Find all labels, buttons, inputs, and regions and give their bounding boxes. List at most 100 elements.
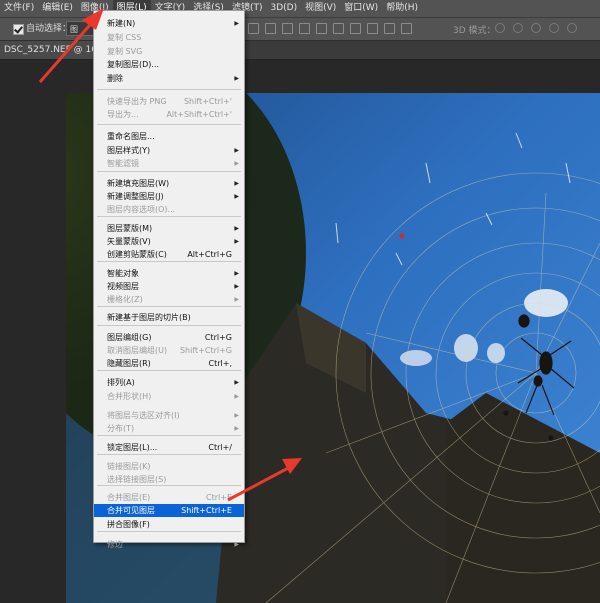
menu-bar: 文件(F) 编辑(E) 图像(I) 图层(L) 文字(Y) 选择(S) 滤镜(T…: [0, 0, 600, 18]
menu-view[interactable]: 视图(V): [301, 0, 340, 17]
3d-roll-icon[interactable]: [513, 23, 523, 33]
menu-item-label: 合并可见图层: [107, 506, 155, 515]
menu-item-label: 删除: [107, 74, 123, 83]
menu-item-label: 新建填充图层(W): [107, 179, 170, 188]
menu-item-label: 图层蒙版(M): [107, 224, 153, 233]
menu-item[interactable]: 取消图层编组(U) Shift+Ctrl+G: [94, 344, 244, 357]
menu-item-label: 合并图层(E): [107, 493, 151, 502]
menu-edit[interactable]: 编辑(E): [38, 0, 77, 17]
menu-item-label: 拼合图像(F): [107, 520, 150, 529]
submenu-arrow-icon: ▶: [234, 180, 239, 187]
menu-item[interactable]: 新建基于图层的切片(B): [94, 311, 244, 324]
menu-item-label: 隐藏图层(R): [107, 359, 151, 368]
auto-select-dropdown[interactable]: 图: [66, 21, 94, 36]
distribute-right-icon[interactable]: [384, 23, 395, 34]
menu-item-shortcut: Ctrl+G: [204, 333, 232, 342]
distribute-bottom-icon[interactable]: [333, 23, 344, 34]
more-options-icon[interactable]: [401, 23, 412, 34]
menu-item[interactable]: 图层内容选项(O)...: [94, 203, 244, 216]
menu-item[interactable]: 复制 SVG: [94, 45, 244, 58]
3d-orbit-icon[interactable]: [495, 23, 505, 33]
menu-item[interactable]: 图层蒙版(M) ▶: [94, 222, 244, 235]
menu-item[interactable]: 锁定图层(L)... Ctrl+/: [94, 441, 244, 454]
menu-item[interactable]: 新建填充图层(W) ▶: [94, 177, 244, 190]
submenu-arrow-icon: ▶: [234, 270, 239, 277]
menu-item[interactable]: 分布(T) ▶: [94, 422, 244, 435]
menu-separator: [97, 89, 241, 90]
menu-separator: [97, 435, 241, 436]
menu-item[interactable]: 链接图层(K): [94, 460, 244, 473]
menu-item[interactable]: 合并形状(H) ▶: [94, 390, 244, 403]
menu-item-label: 复制 CSS: [107, 33, 142, 42]
align-bottom-icon[interactable]: [282, 23, 293, 34]
distribute-middle-icon[interactable]: [316, 23, 327, 34]
menu-item-label: 导出为...: [107, 110, 139, 119]
menu-item[interactable]: 导出为... Alt+Shift+Ctrl+': [94, 108, 244, 121]
menu-item[interactable]: 拼合图像(F): [94, 518, 244, 531]
menu-item[interactable]: 新建调整图层(J) ▶: [94, 190, 244, 203]
distribute-center-icon[interactable]: [367, 23, 378, 34]
menu-item[interactable]: 智能滤镜 ▶: [94, 157, 244, 170]
menu-item[interactable]: 智能对象 ▶: [94, 267, 244, 280]
distribute-left-icon[interactable]: [350, 23, 361, 34]
submenu-arrow-icon: ▶: [234, 296, 239, 303]
menu-item[interactable]: 创建剪贴蒙版(C) Alt+Ctrl+G: [94, 248, 244, 261]
menu-item[interactable]: 重命名图层...: [94, 130, 244, 143]
3d-mode-label: 3D 模式：: [453, 26, 496, 36]
menu-item[interactable]: 矢量蒙版(V) ▶: [94, 235, 244, 248]
menu-item-label: 链接图层(K): [107, 462, 151, 471]
3d-scale-icon[interactable]: [567, 23, 577, 33]
menu-item-label: 取消图层编组(U): [107, 346, 168, 355]
submenu-arrow-icon: ▶: [234, 379, 239, 386]
submenu-arrow-icon: ▶: [234, 425, 239, 432]
menu-3d[interactable]: 3D(D): [266, 0, 301, 17]
menu-item-label: 重命名图层...: [107, 132, 155, 141]
menu-item[interactable]: 视频图层 ▶: [94, 280, 244, 293]
3d-slide-icon[interactable]: [549, 23, 559, 33]
menu-item[interactable]: 合并可见图层 Shift+Ctrl+E: [94, 504, 244, 517]
menu-item[interactable]: 排列(A) ▶: [94, 376, 244, 389]
auto-select-checkbox[interactable]: [13, 24, 24, 35]
menu-item-label: 图层样式(Y): [107, 146, 151, 155]
align-middle-icon[interactable]: [265, 23, 276, 34]
submenu-arrow-icon: ▶: [234, 412, 239, 419]
menu-item[interactable]: 图层编组(G) Ctrl+G: [94, 331, 244, 344]
submenu-arrow-icon: ▶: [234, 160, 239, 167]
menu-help[interactable]: 帮助(H): [382, 0, 422, 17]
align-top-icon[interactable]: [248, 23, 259, 34]
menu-item[interactable]: 快速导出为 PNG Shift+Ctrl+': [94, 95, 244, 108]
menu-window[interactable]: 窗口(W): [340, 0, 382, 17]
menu-item[interactable]: 删除 ▶: [94, 72, 244, 85]
3d-mode-icons: [495, 23, 577, 33]
menu-item[interactable]: 合并图层(E) Ctrl+E: [94, 491, 244, 504]
menu-separator: [97, 124, 241, 125]
menu-item-label: 分布(T): [107, 424, 135, 433]
menu-item[interactable]: 复制 CSS: [94, 31, 244, 44]
menu-item-shortcut: Shift+Ctrl+G: [179, 346, 232, 355]
menu-item-label: 快速导出为 PNG: [107, 97, 167, 106]
menu-item[interactable]: 修边 ▶: [94, 538, 244, 551]
menu-item-shortcut: Alt+Ctrl+G: [187, 250, 232, 259]
menu-item[interactable]: 图层样式(Y) ▶: [94, 144, 244, 157]
3d-pan-icon[interactable]: [531, 23, 541, 33]
submenu-arrow-icon: ▶: [234, 75, 239, 82]
menu-separator: [97, 454, 241, 455]
menu-item-shortcut: Alt+Shift+Ctrl+': [166, 110, 232, 119]
submenu-arrow-icon: ▶: [234, 393, 239, 400]
menu-item[interactable]: 新建(N) ▶: [94, 17, 244, 30]
options-bar: 自动选择： 图 3D 模式：: [0, 18, 600, 41]
submenu-arrow-icon: ▶: [234, 238, 239, 245]
menu-item-shortcut: Ctrl+E: [206, 493, 232, 502]
menu-item[interactable]: 将图层与选区对齐(I) ▶: [94, 409, 244, 422]
auto-select-label: 自动选择：: [26, 24, 72, 34]
layer-menu-dropdown: 新建(N) ▶ 复制 CSS 复制 SVG 复制图层(D)... 删除 ▶ 快速导出为 PNG…: [93, 10, 245, 549]
menu-item[interactable]: 选择链接图层(S): [94, 473, 244, 486]
menu-item[interactable]: 栅格化(Z) ▶: [94, 293, 244, 306]
menu-item[interactable]: 隐藏图层(R) Ctrl+,: [94, 357, 244, 370]
menu-file[interactable]: 文件(F): [0, 0, 38, 17]
menu-item-shortcut: Shift+Ctrl+': [183, 97, 232, 106]
distribute-top-icon[interactable]: [299, 23, 310, 34]
submenu-arrow-icon: ▶: [234, 541, 239, 548]
menu-item-label: 新建调整图层(J): [107, 192, 164, 201]
menu-item[interactable]: 复制图层(D)...: [94, 58, 244, 71]
